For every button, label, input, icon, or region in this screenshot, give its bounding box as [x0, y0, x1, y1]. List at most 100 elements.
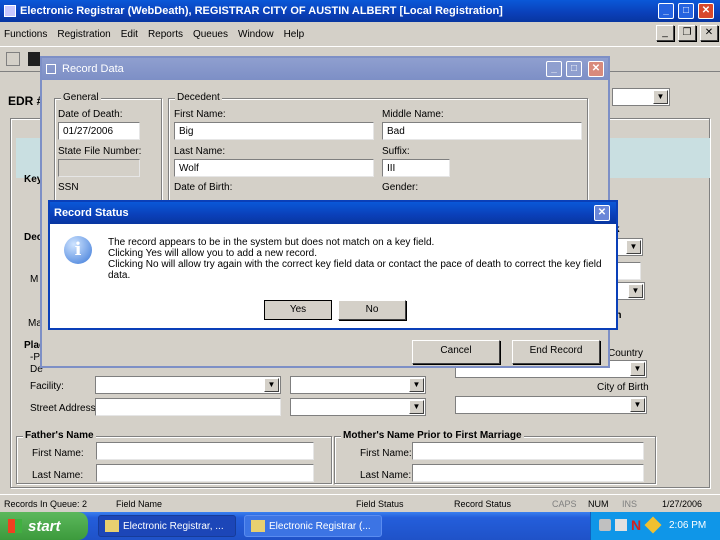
mother-first-name-field[interactable] [412, 442, 644, 460]
status-record-status: Record Status [454, 499, 512, 509]
record-data-title: Record Data [62, 63, 124, 75]
mother-last-name-field[interactable] [412, 464, 644, 482]
father-last-name-label: Last Name: [32, 470, 84, 481]
message-line-3: Clicking No will allow try again with th… [108, 259, 602, 270]
mother-last-name-label: Last Name: [360, 470, 412, 481]
close-icon[interactable]: ✕ [594, 205, 610, 221]
app-icon [4, 5, 16, 17]
date-of-birth-label: Date of Birth: [174, 182, 233, 193]
taskbar-item-2[interactable]: Electronic Registrar (... [244, 515, 382, 537]
message-line-2: Clicking Yes will allow you to add a new… [108, 248, 317, 259]
menu-edit[interactable]: Edit [121, 29, 138, 40]
minimize-icon[interactable]: _ [658, 3, 674, 19]
network-icon[interactable] [599, 519, 611, 531]
info-icon: i [64, 236, 92, 264]
suffix-field[interactable]: III [382, 159, 450, 177]
teal-banner-right [610, 138, 710, 178]
status-num: NUM [588, 499, 609, 509]
ssn-label: SSN [58, 182, 79, 193]
status-ins: INS [622, 499, 638, 509]
no-button[interactable]: No [338, 300, 406, 320]
book-icon[interactable] [28, 52, 40, 66]
facility-combo[interactable]: ▼ [95, 376, 281, 394]
side-label-m: M [30, 274, 39, 285]
father-first-name-field[interactable] [96, 442, 314, 460]
status-field-name: Field Name [116, 499, 163, 509]
first-name-label: First Name: [174, 109, 226, 120]
minimize-icon[interactable]: _ [546, 61, 562, 77]
record-status-message: The record appears to be in the system b… [108, 237, 608, 281]
maximize-icon[interactable]: □ [566, 61, 582, 77]
record-status-title: Record Status [54, 207, 129, 219]
close-icon[interactable]: ✕ [698, 3, 714, 19]
window-icon [46, 64, 56, 74]
start-button[interactable]: start [0, 512, 88, 540]
chevron-down-icon: ▼ [626, 240, 641, 254]
taskbar: start Electronic Registrar, ... Electron… [0, 512, 720, 540]
menu-help[interactable]: Help [284, 29, 305, 40]
city-of-birth-combo[interactable]: ▼ [455, 396, 647, 414]
menu-window[interactable]: Window [238, 29, 274, 40]
chevron-down-icon: ▼ [409, 400, 424, 414]
record-status-title-bar: Record Status ✕ [50, 202, 616, 224]
mother-first-name-label: First Name: [360, 448, 412, 459]
status-queue: Records In Queue: 2 [4, 499, 88, 509]
system-tray: N 2:06 PM [590, 512, 720, 540]
message-line-1: The record appears to be in the system b… [108, 237, 435, 248]
father-first-name-label: First Name: [32, 448, 84, 459]
chevron-down-icon: ▼ [630, 398, 645, 412]
tray-app-icon[interactable] [615, 519, 627, 531]
mdi-minimize-icon[interactable]: _ [656, 25, 674, 41]
chevron-down-icon: ▼ [653, 90, 668, 104]
mdi-controls: _ ❐ ✕ [656, 25, 718, 43]
state-file-number-field[interactable] [58, 159, 140, 177]
chevron-down-icon: ▼ [630, 362, 645, 376]
last-name-field[interactable]: Wolf [174, 159, 374, 177]
gender-label: Gender: [382, 182, 419, 193]
start-label: start [28, 517, 61, 535]
city-of-birth-label: City of Birth [597, 382, 649, 393]
app-icon [251, 520, 265, 532]
taskbar-item-1[interactable]: Electronic Registrar, ... [98, 515, 236, 537]
street-combo[interactable]: ▼ [290, 398, 426, 416]
taskbar-item-2-label: Electronic Registrar (... [269, 520, 371, 532]
middle-name-field[interactable]: Bad [382, 122, 582, 140]
fathers-name-title: Father's Name [23, 430, 96, 441]
antivirus-icon[interactable]: N [631, 517, 641, 533]
top-right-combo[interactable]: ▼ [612, 88, 670, 106]
print-icon[interactable] [6, 52, 20, 66]
right-field-1[interactable] [615, 262, 641, 280]
date-of-death-label: Date of Death: [58, 109, 123, 120]
status-caps: CAPS [552, 499, 577, 509]
menu-reports[interactable]: Reports [148, 29, 183, 40]
status-date: 1/27/2006 [662, 499, 703, 509]
mdi-close-icon[interactable]: ✕ [700, 25, 718, 41]
last-name-label: Last Name: [174, 146, 226, 157]
right-combo-2[interactable]: ▼ [615, 282, 645, 300]
menu-bar: Functions Registration Edit Reports Queu… [0, 24, 720, 44]
facility-label: Facility: [30, 381, 64, 392]
app-icon [105, 520, 119, 532]
chevron-down-icon: ▼ [409, 378, 424, 392]
close-icon[interactable]: ✕ [588, 61, 604, 77]
menu-registration[interactable]: Registration [57, 29, 110, 40]
mdi-restore-icon[interactable]: ❐ [678, 25, 696, 41]
yes-button[interactable]: Yes [264, 300, 332, 320]
end-record-button[interactable]: End Record [512, 340, 600, 364]
father-last-name-field[interactable] [96, 464, 314, 482]
facility-combo-2[interactable]: ▼ [290, 376, 426, 394]
first-name-field[interactable]: Big [174, 122, 374, 140]
country-label: Country [608, 348, 644, 359]
street-address-label: Street Address: [30, 403, 99, 414]
maximize-icon[interactable]: □ [678, 3, 694, 19]
menu-functions[interactable]: Functions [4, 29, 47, 40]
street-address-field[interactable] [95, 398, 281, 416]
status-field-status: Field Status [356, 499, 404, 509]
date-of-death-field[interactable]: 01/27/2006 [58, 122, 140, 140]
menu-queues[interactable]: Queues [193, 29, 228, 40]
record-status-dialog: Record Status ✕ i The record appears to … [48, 200, 618, 330]
security-icon[interactable] [644, 516, 662, 534]
right-combo-1[interactable]: ▼ [615, 238, 643, 256]
main-window-title: Electronic Registrar (WebDeath), REGISTR… [20, 5, 503, 17]
cancel-button[interactable]: Cancel [412, 340, 500, 364]
